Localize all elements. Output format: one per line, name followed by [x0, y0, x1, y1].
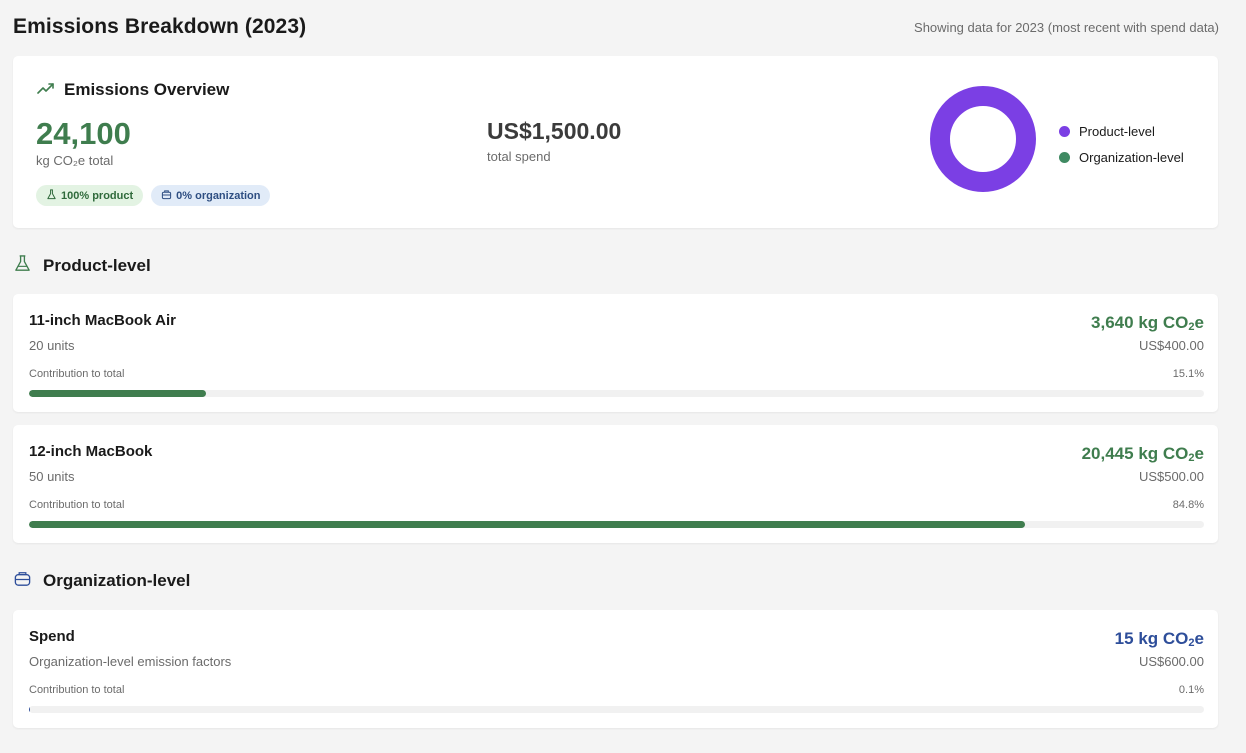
item-name: 12-inch MacBook [29, 443, 153, 460]
organization-item-card: Spend Organization-level emission factor… [13, 610, 1218, 728]
contribution-bar [29, 390, 1204, 397]
donut-segment-product-level [930, 86, 1036, 192]
organization-share-label: 0% organization [176, 189, 261, 202]
emissions-number: 20,445 [1081, 444, 1134, 463]
product-section-header: Product-level [13, 254, 151, 278]
donut-legend: Product-level Organization-level [1059, 118, 1184, 170]
item-cost: US$400.00 [1138, 338, 1204, 353]
emissions-donut-chart [930, 86, 1036, 192]
emissions-unit-tail: e [1194, 629, 1204, 648]
legend-label-organization: Organization-level [1079, 149, 1184, 165]
flask-icon [46, 188, 57, 203]
legend-dot-product [1059, 125, 1070, 137]
item-units: 50 units [29, 469, 75, 484]
data-period-note: Showing data for 2023 (most recent with … [914, 19, 1219, 35]
legend-dot-organization [1059, 151, 1070, 163]
contribution-bar [29, 706, 1204, 713]
organization-section-title: Organization-level [43, 571, 191, 590]
emissions-unit: kg CO [1138, 444, 1189, 463]
emissions-unit: kg CO [1138, 629, 1189, 648]
product-item-card: 11-inch MacBook Air 20 units 3,640 kg CO… [13, 294, 1218, 412]
trending-up-icon [37, 81, 55, 100]
overview-header: Emissions Overview [37, 80, 229, 100]
item-emissions: 20,445 kg CO2e [1081, 444, 1204, 465]
building-icon [13, 569, 32, 593]
page-title: Emissions Breakdown (2023) [13, 15, 307, 38]
legend-item-organization: Organization-level [1059, 144, 1184, 170]
contribution-percent: 0.1% [1178, 684, 1204, 696]
page-header: Emissions Breakdown (2023) Showing data … [13, 12, 1219, 42]
total-emissions-value: 24,100 [36, 116, 131, 151]
organization-share-badge: 0% organization [151, 185, 271, 206]
item-description: Organization-level emission factors [29, 654, 232, 669]
flask-icon [13, 254, 32, 278]
item-units: 20 units [29, 338, 75, 353]
item-cost: US$600.00 [1138, 654, 1204, 669]
contribution-label: Contribution to total [29, 499, 125, 511]
item-emissions: 3,640 kg CO2e [1091, 313, 1204, 334]
emissions-unit: kg CO [1138, 313, 1189, 332]
overview-title: Emissions Overview [64, 80, 230, 99]
contribution-label: Contribution to total [29, 368, 125, 380]
emissions-number: 15 [1114, 629, 1134, 648]
organization-section-header: Organization-level [13, 569, 190, 593]
emissions-overview-card: Emissions Overview 24,100 kg CO₂e total … [13, 56, 1218, 228]
contribution-percent: 15.1% [1172, 368, 1204, 380]
total-emissions-unit: kg CO₂e total [36, 153, 114, 168]
contribution-bar-fill [29, 521, 1026, 528]
contribution-bar-fill [29, 706, 31, 713]
item-cost: US$500.00 [1138, 469, 1204, 484]
product-item-card: 12-inch MacBook 50 units 20,445 kg CO2e … [13, 425, 1218, 543]
emissions-unit-tail: e [1194, 313, 1204, 332]
total-spend-label: total spend [487, 149, 551, 164]
legend-label-product: Product-level [1079, 123, 1155, 139]
item-emissions: 15 kg CO2e [1114, 629, 1204, 650]
total-spend-value: US$1,500.00 [487, 118, 622, 144]
emissions-number: 3,640 [1091, 313, 1134, 332]
item-name: 11-inch MacBook Air [29, 312, 176, 329]
contribution-percent: 84.8% [1172, 499, 1204, 511]
product-share-badge: 100% product [36, 185, 144, 206]
emissions-page: Emissions Breakdown (2023) Showing data … [0, 0, 1246, 753]
building-icon [161, 189, 172, 203]
product-section-title: Product-level [43, 256, 151, 275]
contribution-label: Contribution to total [29, 684, 125, 696]
contribution-bar [29, 521, 1204, 528]
legend-item-product: Product-level [1059, 118, 1184, 144]
emissions-unit-tail: e [1194, 444, 1204, 463]
item-name: Spend [29, 628, 75, 645]
product-share-label: 100% product [61, 189, 134, 202]
share-badges: 100% product 0% organization [36, 185, 271, 206]
contribution-bar-fill [29, 390, 207, 397]
